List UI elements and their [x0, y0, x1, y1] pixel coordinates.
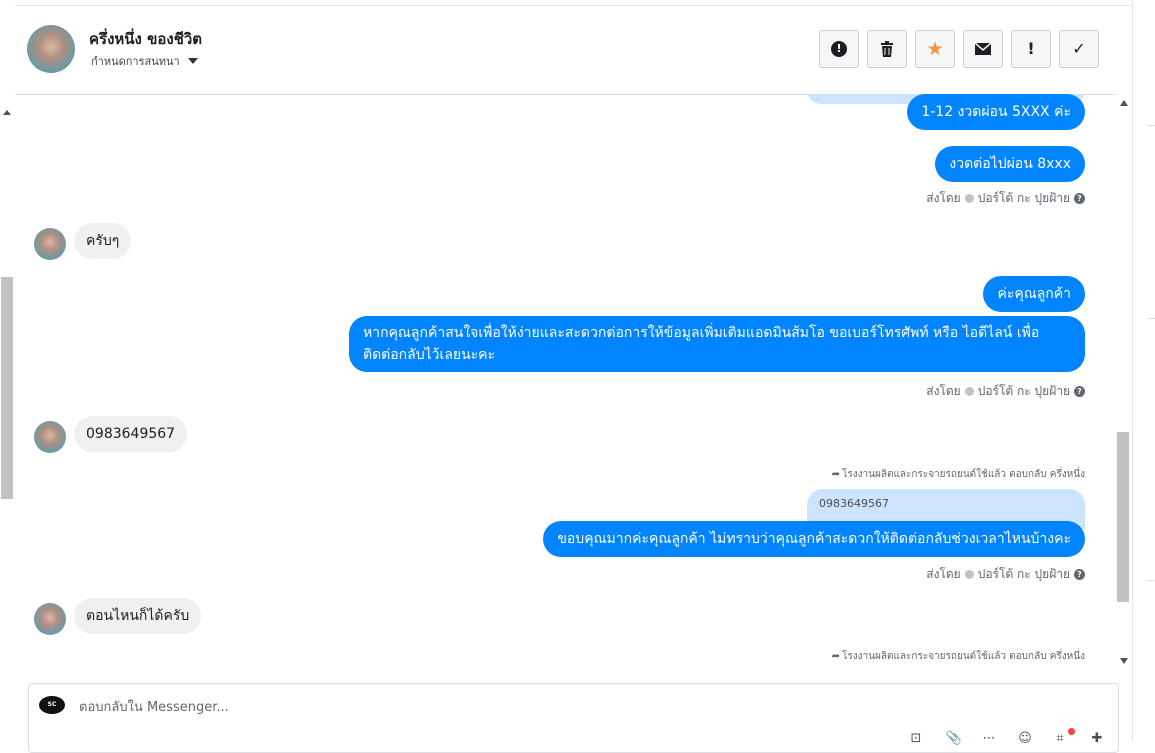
check-icon: ✓	[1072, 39, 1086, 58]
outgoing-message[interactable]: ขอบคุณมากค่ะคุณลูกค้า ไม่ทราบว่าคุณลูกค้…	[543, 521, 1085, 557]
sent-by-label: ส่งโดย	[926, 191, 961, 205]
saved-reply-icon[interactable]: ⊡	[907, 732, 925, 746]
mark-done-button[interactable]: ✓	[1059, 30, 1099, 68]
sender-name: ปอร์โต้ กะ ปุยฝ้าย	[977, 384, 1070, 398]
scroll-thumb[interactable]	[1117, 432, 1129, 602]
scroll-up-arrow[interactable]	[3, 110, 11, 115]
assign-conversation-dropdown[interactable]: กำหนดการสนทนา	[91, 52, 198, 70]
sent-by-meta: ส่งโดย ปอร์โต้ กะ ปุยฝ้าย ?	[926, 565, 1085, 584]
exclamation-icon: !	[1027, 39, 1035, 58]
message-thread[interactable]: 1-12 งวดผ่อน 5XXX ค่ะ งวดต่อไปผ่อน 8xxx …	[15, 94, 1115, 668]
verified-icon	[964, 194, 974, 203]
reply-arrow-icon: ➦	[831, 469, 841, 480]
contact-avatar-small	[34, 228, 66, 260]
conversation-header: ครึ่งหนึ่ง ของชีวิต กำหนดการสนทนา ! ★ ! …	[15, 5, 1132, 95]
contact-avatar-small	[34, 421, 66, 453]
sent-by-meta: ส่งโดย ปอร์โต้ กะ ปุยฝ้าย ?	[926, 189, 1085, 208]
mark-unread-button[interactable]	[963, 30, 1003, 68]
app-icon[interactable]: ⌗	[1051, 732, 1069, 746]
help-icon[interactable]: ?	[1074, 569, 1085, 580]
scroll-down-arrow[interactable]	[1120, 658, 1128, 664]
outgoing-message[interactable]: งวดต่อไปผ่อน 8xxx	[935, 146, 1085, 182]
sent-by-label: ส่งโดย	[926, 567, 961, 581]
verified-icon	[964, 387, 974, 396]
scroll-up-arrow[interactable]	[1120, 100, 1128, 106]
incoming-message[interactable]: 0983649567	[74, 416, 188, 452]
outgoing-message[interactable]: ค่ะคุณลูกค้า	[983, 276, 1085, 312]
help-icon[interactable]: ?	[1074, 193, 1085, 204]
verified-icon	[964, 570, 974, 579]
assign-label: กำหนดการสนทนา	[91, 55, 180, 68]
outgoing-message[interactable]: หากคุณลูกค้าสนใจเพื่อให้ง่ายและสะดวกต่อก…	[349, 316, 1085, 372]
scroll-thumb[interactable]	[1, 277, 13, 499]
star-icon: ★	[926, 37, 944, 60]
star-button[interactable]: ★	[915, 30, 955, 68]
reply-note-text: โรงงานผลิตและกระจายรถยนต์ใช้แล้ว ตอบกลับ…	[842, 651, 1085, 662]
alert-circle-icon: !	[831, 41, 847, 57]
reply-input[interactable]	[77, 694, 981, 720]
envelope-icon	[975, 43, 991, 55]
attach-icon[interactable]: 📎	[945, 732, 963, 746]
page-logo: SC	[39, 696, 65, 714]
reply-arrow-icon: ➦	[831, 651, 841, 662]
more-icon[interactable]: ⋯	[980, 732, 998, 746]
reply-note: ➦ โรงงานผลิตและกระจายรถยนต์ใช้แล้ว ตอบกล…	[832, 649, 1085, 664]
help-icon[interactable]: ?	[1074, 386, 1085, 397]
conversation-panel: ครึ่งหนึ่ง ของชีวิต กำหนดการสนทนา ! ★ ! …	[15, 0, 1132, 753]
pin-icon[interactable]: ✚	[1088, 732, 1106, 746]
message-composer: SC ⊡ 📎 ⋯ ☺ ⌗ ✚	[28, 683, 1119, 753]
reply-note-text: โรงงานผลิตและกระจายรถยนต์ใช้แล้ว ตอบกลับ…	[842, 469, 1085, 480]
incoming-message[interactable]: ครับๆ	[74, 223, 132, 259]
outgoing-message[interactable]: 1-12 งวดผ่อน 5XXX ค่ะ	[907, 94, 1085, 130]
sent-by-meta: ส่งโดย ปอร์โต้ กะ ปุยฝ้าย ?	[926, 382, 1085, 401]
contact-avatar-small	[34, 603, 66, 635]
emoji-icon[interactable]: ☺	[1016, 732, 1034, 746]
left-scrollbar[interactable]	[0, 0, 16, 742]
caret-down-icon	[187, 58, 198, 64]
trash-icon	[881, 41, 893, 57]
follow-up-button[interactable]: !	[1011, 30, 1051, 68]
reply-note: ➦ โรงงานผลิตและกระจายรถยนต์ใช้แล้ว ตอบกล…	[832, 467, 1085, 482]
mark-spam-button[interactable]: !	[819, 30, 859, 68]
notification-dot	[1068, 728, 1075, 735]
thread-scrollbar[interactable]	[1116, 94, 1132, 668]
contact-name[interactable]: ครึ่งหนึ่ง ของชีวิต	[89, 27, 202, 51]
right-edge	[1132, 0, 1155, 742]
incoming-message[interactable]: ตอนไหนก็ได้ครับ	[74, 598, 202, 634]
contact-avatar[interactable]	[27, 25, 75, 73]
sent-by-label: ส่งโดย	[926, 384, 961, 398]
delete-button[interactable]	[867, 30, 907, 68]
sender-name: ปอร์โต้ กะ ปุยฝ้าย	[977, 567, 1070, 581]
sender-name: ปอร์โต้ กะ ปุยฝ้าย	[977, 191, 1070, 205]
